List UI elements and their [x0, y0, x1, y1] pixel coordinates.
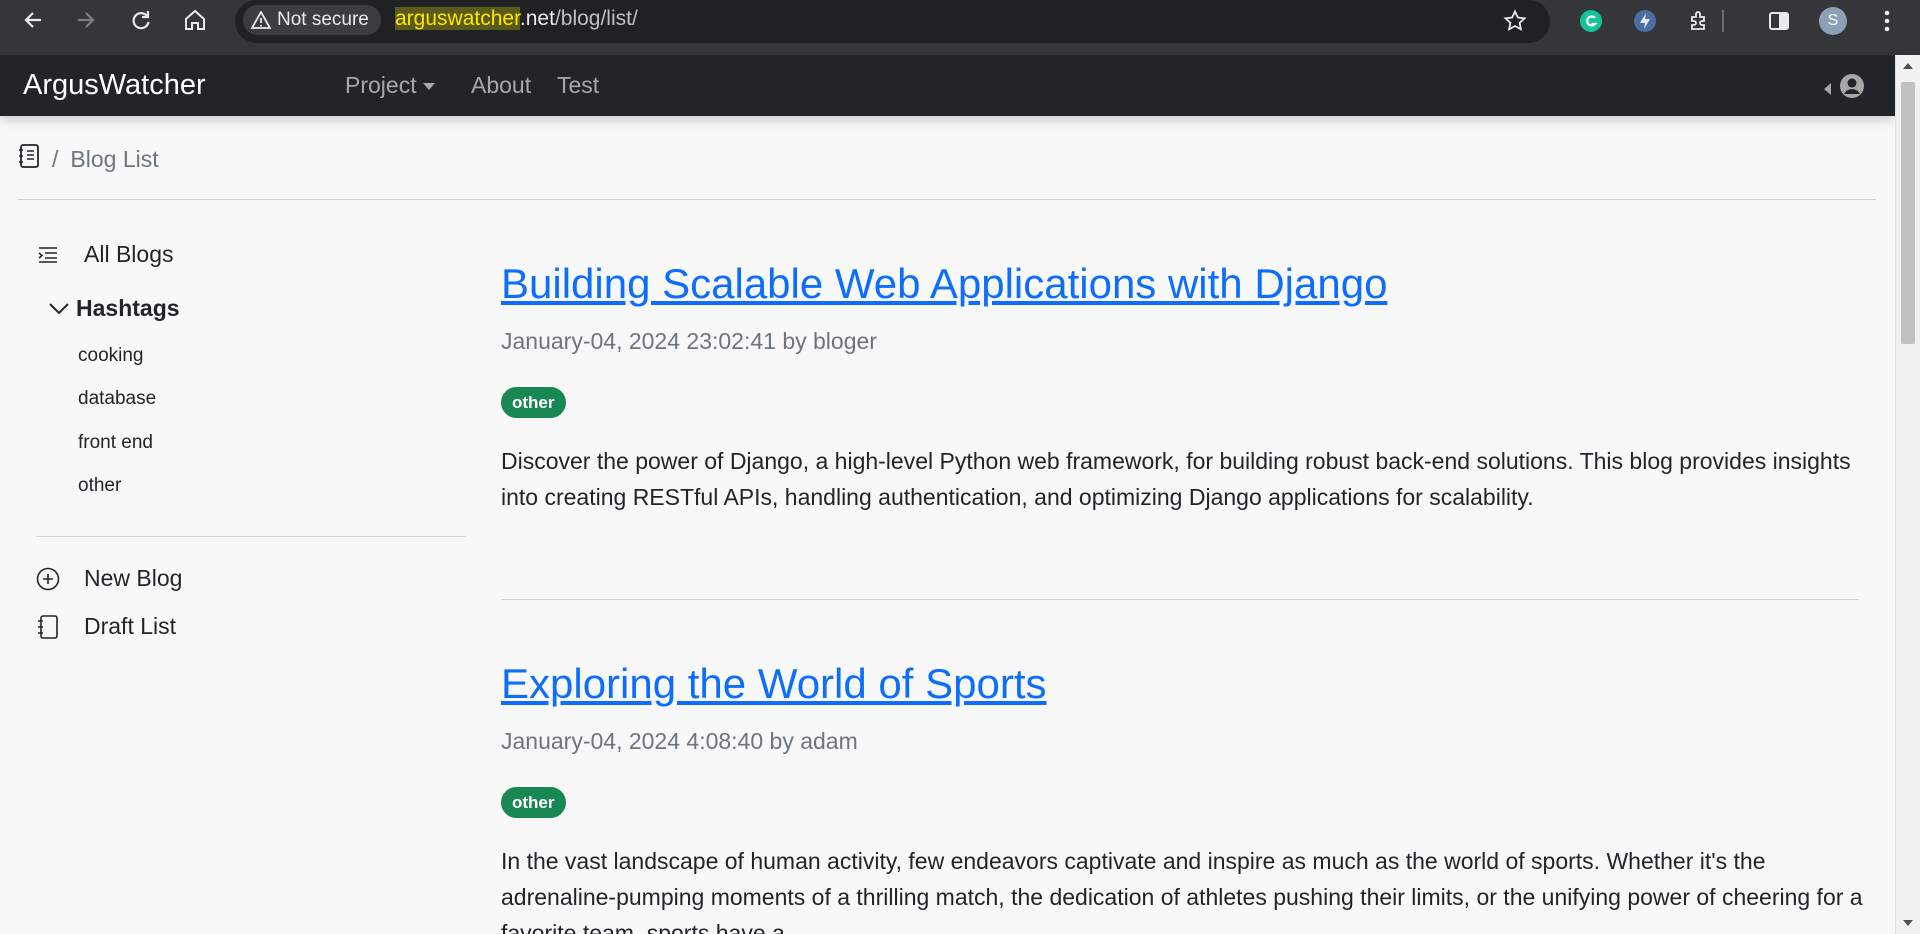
url-domain: arguswatcher	[395, 7, 520, 30]
user-circle-icon	[1839, 73, 1865, 104]
toolbar-divider	[1722, 10, 1724, 32]
scroll-up-icon[interactable]	[1903, 63, 1913, 69]
caret-down-icon	[422, 83, 435, 91]
profile-avatar[interactable]: S	[1818, 6, 1848, 36]
scroll-down-icon[interactable]	[1903, 920, 1913, 926]
browser-toolbar: Not secure arguswatcher.net/blog/list/ S	[0, 0, 1920, 55]
hashtag-link-front-end[interactable]: front end	[78, 432, 153, 454]
hashtag-link-database[interactable]: database	[78, 388, 156, 410]
sidebar-item-new-blog[interactable]: New Blog	[36, 565, 182, 592]
nav-project-label: Project	[345, 72, 417, 98]
post-excerpt: In the vast landscape of human activity,…	[501, 848, 1863, 934]
chevron-down-icon	[48, 295, 70, 322]
scrollbar-thumb[interactable]	[1901, 82, 1915, 344]
star-icon[interactable]	[1500, 6, 1530, 36]
list-icon	[36, 243, 60, 267]
post-title-link[interactable]: Building Scalable Web Applications with …	[501, 260, 1387, 308]
side-panel-icon[interactable]	[1764, 6, 1794, 36]
security-label: Not secure	[277, 9, 369, 30]
breadcrumb: / Blog List	[18, 143, 159, 175]
brand-logo[interactable]: ArgusWatcher	[23, 69, 206, 102]
menu-icon[interactable]	[1872, 6, 1902, 36]
lightning-extension-icon[interactable]	[1630, 6, 1660, 36]
home-icon[interactable]	[181, 6, 209, 34]
forward-icon[interactable]	[72, 6, 100, 34]
sidebar-item-draft-list[interactable]: Draft List	[36, 613, 176, 640]
profile-initial: S	[1819, 7, 1847, 35]
post-tag-badge[interactable]: other	[501, 787, 566, 818]
page-scrollbar[interactable]	[1895, 55, 1920, 934]
sidebar-item-all-blogs[interactable]: All Blogs	[36, 241, 173, 268]
caret-left-icon	[1824, 82, 1831, 95]
sidebar-item-label: New Blog	[84, 565, 183, 591]
post-title-link[interactable]: Exploring the World of Sports	[501, 660, 1047, 708]
hashtags-heading: Hashtags	[76, 295, 180, 321]
extensions-icon[interactable]	[1684, 6, 1714, 36]
sidebar-item-label: Draft List	[84, 613, 177, 639]
hashtag-link-other[interactable]: other	[78, 475, 121, 497]
divider	[18, 199, 1876, 200]
notebook-icon	[36, 614, 60, 639]
security-chip[interactable]: Not secure	[243, 5, 381, 35]
post-excerpt: Discover the power of Django, a high-lev…	[501, 448, 1851, 510]
post-meta: January-04, 2024 23:02:41 by bloger	[501, 328, 877, 354]
back-icon[interactable]	[19, 6, 47, 34]
hashtag-link-cooking[interactable]: cooking	[78, 345, 144, 367]
nav-test[interactable]: Test	[557, 72, 599, 99]
nav-about[interactable]: About	[471, 72, 531, 99]
notebook-icon[interactable]	[18, 143, 40, 175]
user-menu[interactable]	[1824, 73, 1865, 104]
app-navbar: ArgusWatcher Project About Test	[0, 55, 1895, 116]
url-tld: .net	[519, 7, 555, 30]
nav-project-dropdown[interactable]: Project	[345, 72, 435, 99]
url-text[interactable]: arguswatcher.net/blog/list/	[395, 7, 638, 31]
address-bar[interactable]: Not secure arguswatcher.net/blog/list/	[235, 0, 1550, 43]
post-divider	[501, 599, 1859, 600]
sidebar-divider	[36, 536, 466, 537]
plus-circle-icon	[36, 567, 60, 591]
breadcrumb-current: Blog List	[70, 145, 159, 172]
reload-icon[interactable]	[127, 6, 155, 34]
post-meta: January-04, 2024 4:08:40 by adam	[501, 728, 858, 754]
post-tag-badge[interactable]: other	[501, 387, 566, 418]
warning-icon	[251, 11, 271, 29]
url-path: /blog/list/	[554, 7, 638, 30]
grammarly-icon[interactable]	[1576, 6, 1606, 36]
breadcrumb-separator: /	[52, 145, 59, 172]
sidebar-item-label: All Blogs	[84, 241, 174, 267]
hashtags-toggle[interactable]: Hashtags	[48, 295, 180, 322]
